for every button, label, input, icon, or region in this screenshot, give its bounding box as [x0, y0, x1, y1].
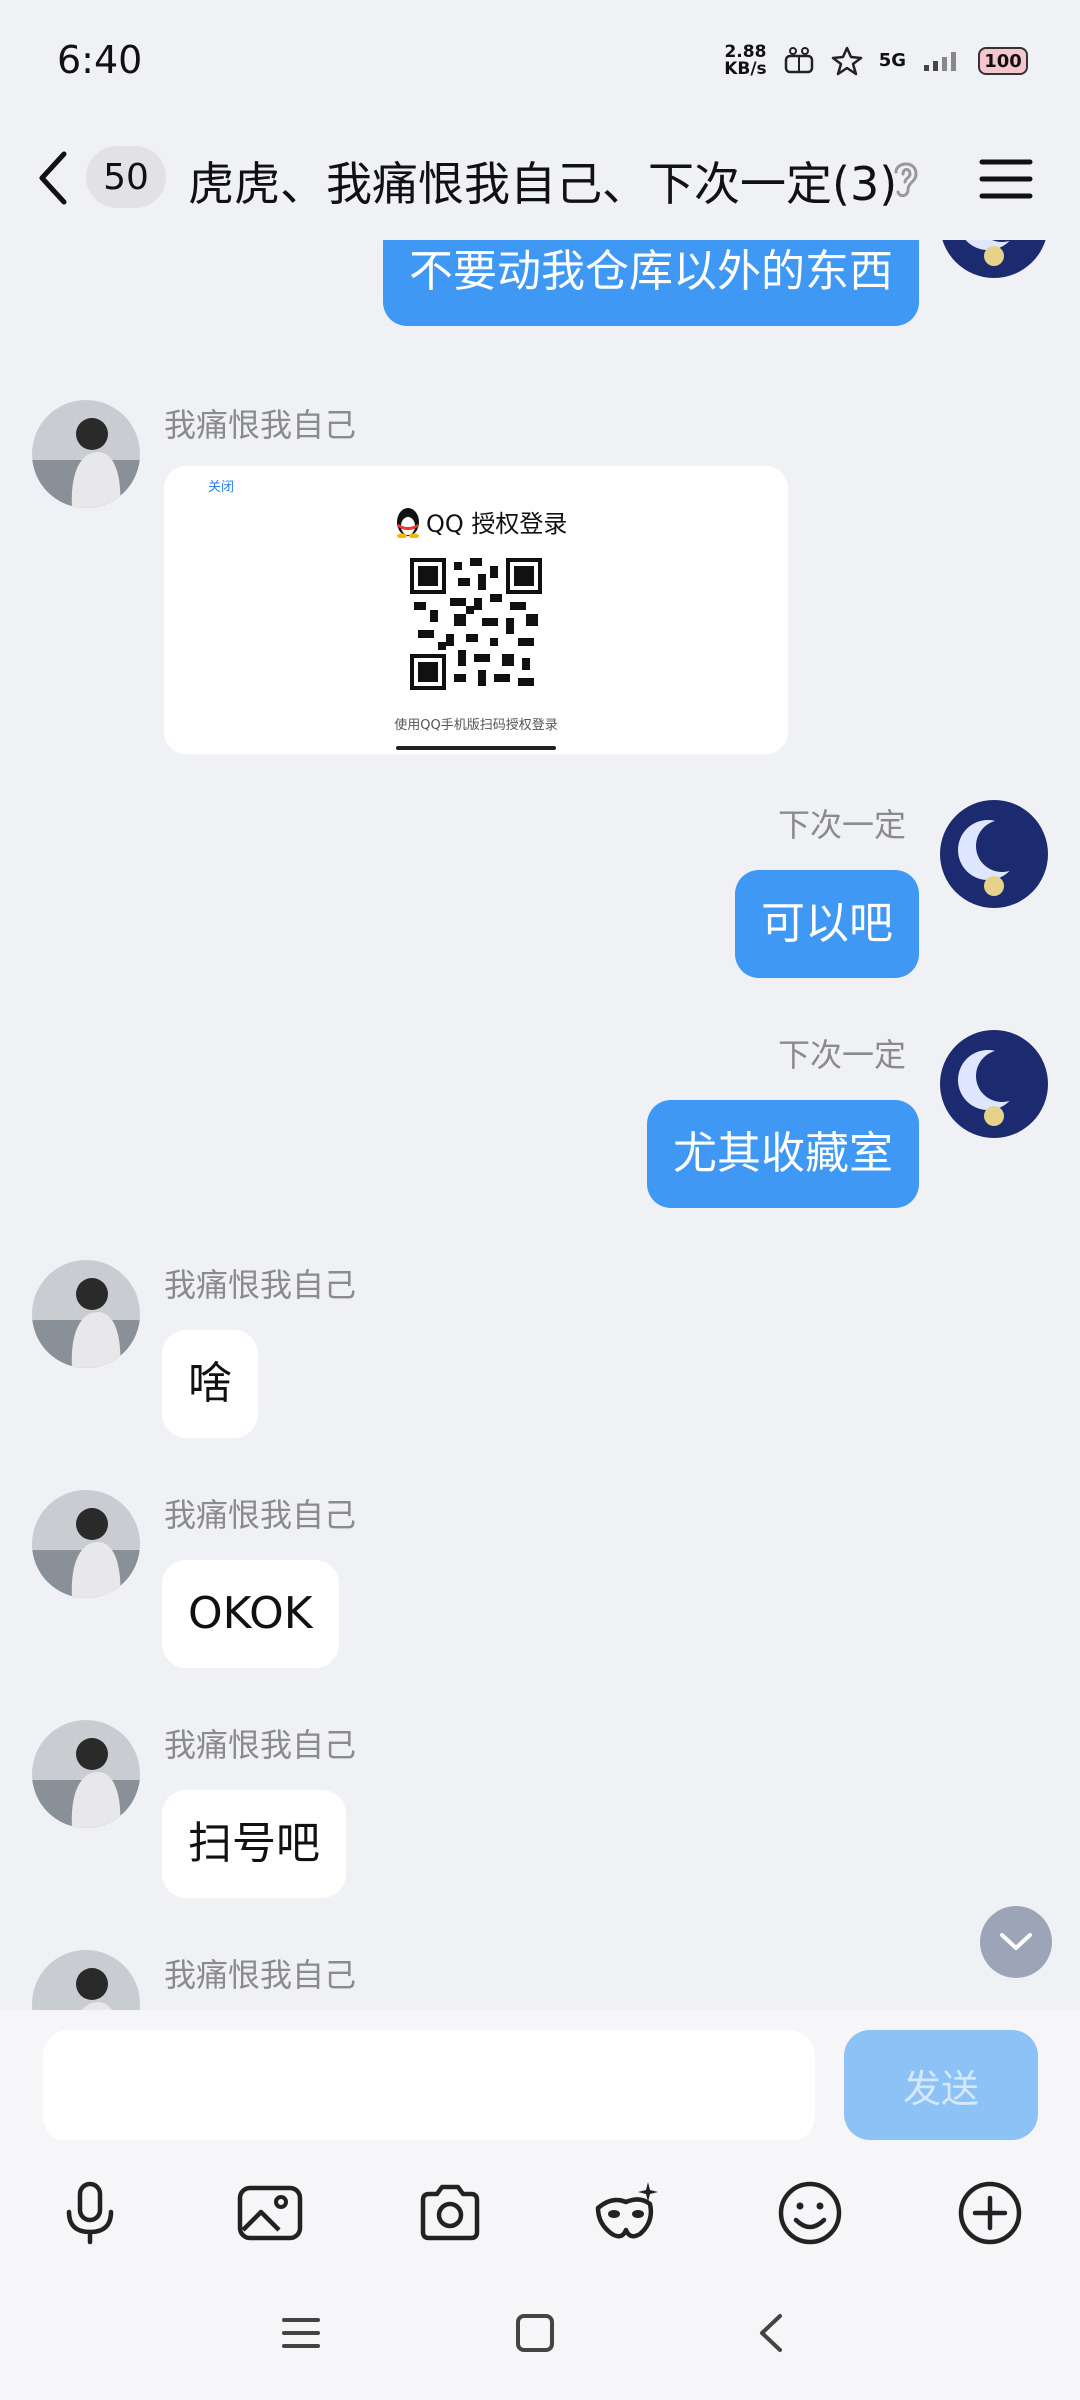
sender-name: 我痛恨我自己 [164, 1726, 357, 1764]
sender-name: 我痛恨我自己 [164, 1496, 357, 1534]
avatar[interactable] [32, 1950, 140, 2010]
avatar[interactable] [32, 1490, 140, 1598]
status-icons: 2.88 KB/s 5G 100 [724, 44, 1028, 78]
menu-icon[interactable] [978, 156, 1034, 202]
star-icon [831, 46, 862, 76]
message-bubble[interactable]: 可以吧 [735, 870, 919, 978]
home-icon[interactable] [512, 2310, 558, 2356]
avatar[interactable] [940, 1030, 1048, 1138]
emoji-icon[interactable] [775, 2178, 845, 2248]
message-bubble[interactable]: 扫号吧 [162, 1790, 346, 1898]
microphone-icon[interactable] [55, 2178, 125, 2248]
chevron-down-icon [1000, 1933, 1032, 1950]
sender-name: 我痛恨我自己 [164, 406, 357, 444]
network-speed: 2.88 KB/s [724, 42, 767, 79]
card-close-label: 关闭 [208, 480, 235, 495]
chat-title: 虎虎、我痛恨我自己、下次一定(3) [188, 157, 898, 211]
sender-name: 我痛恨我自己 [164, 1266, 357, 1304]
scroll-to-bottom-button[interactable] [980, 1906, 1052, 1978]
composer: 发送 [0, 2010, 1080, 2142]
message-bubble[interactable]: 啥 [162, 1330, 258, 1438]
camera-icon[interactable] [415, 2178, 485, 2248]
status-time: 6:40 [57, 38, 143, 82]
composer-toolbar [0, 2140, 1080, 2270]
card-title: QQ 授权登录 [394, 504, 567, 539]
battery-indicator: 100 [978, 47, 1028, 75]
message-input[interactable] [43, 2030, 815, 2142]
image-icon[interactable] [235, 2178, 305, 2248]
network-type: 5G [878, 50, 906, 71]
message-bubble[interactable]: OKOK [162, 1560, 339, 1668]
message-bubble[interactable]: 尤其收藏室 [647, 1100, 919, 1208]
signal-icon [924, 52, 956, 71]
sender-name: 下次一定 [777, 1036, 906, 1074]
message-bubble[interactable]: 不要动我仓库以外的东西 [383, 240, 919, 326]
avatar[interactable] [32, 1720, 140, 1828]
mask-icon[interactable] [592, 2178, 662, 2248]
avatar[interactable] [32, 400, 140, 508]
ear-icon[interactable] [888, 156, 924, 200]
plus-icon[interactable] [955, 2178, 1025, 2248]
avatar[interactable] [32, 1260, 140, 1368]
avatar[interactable] [940, 800, 1048, 908]
sender-name: 我痛恨我自己 [164, 1956, 357, 1994]
card-divider [396, 746, 556, 750]
message-list[interactable]: 不要动我仓库以外的东西 我痛恨我自己 关闭 QQ 授权登录 使用QQ手机版扫码授… [0, 240, 1080, 2010]
avatar[interactable] [940, 240, 1048, 278]
qr-code [410, 558, 542, 690]
back-nav-icon[interactable] [748, 2310, 794, 2356]
unread-count-badge[interactable]: 50 [86, 146, 166, 208]
recent-apps-icon[interactable] [278, 2310, 324, 2356]
card-caption: 使用QQ手机版扫码授权登录 [394, 718, 558, 733]
qr-login-card[interactable]: 关闭 QQ 授权登录 使用QQ手机版扫码授权登录 [164, 466, 788, 754]
back-arrow-icon[interactable] [34, 148, 74, 208]
qq-penguin-icon [397, 507, 419, 538]
app-notification-icon [784, 47, 813, 74]
send-button[interactable]: 发送 [844, 2030, 1038, 2140]
sender-name: 下次一定 [777, 806, 906, 844]
system-navigation-bar [0, 2270, 1080, 2400]
chat-header: 50 虎虎、我痛恨我自己、下次一定(3) [0, 120, 1080, 240]
